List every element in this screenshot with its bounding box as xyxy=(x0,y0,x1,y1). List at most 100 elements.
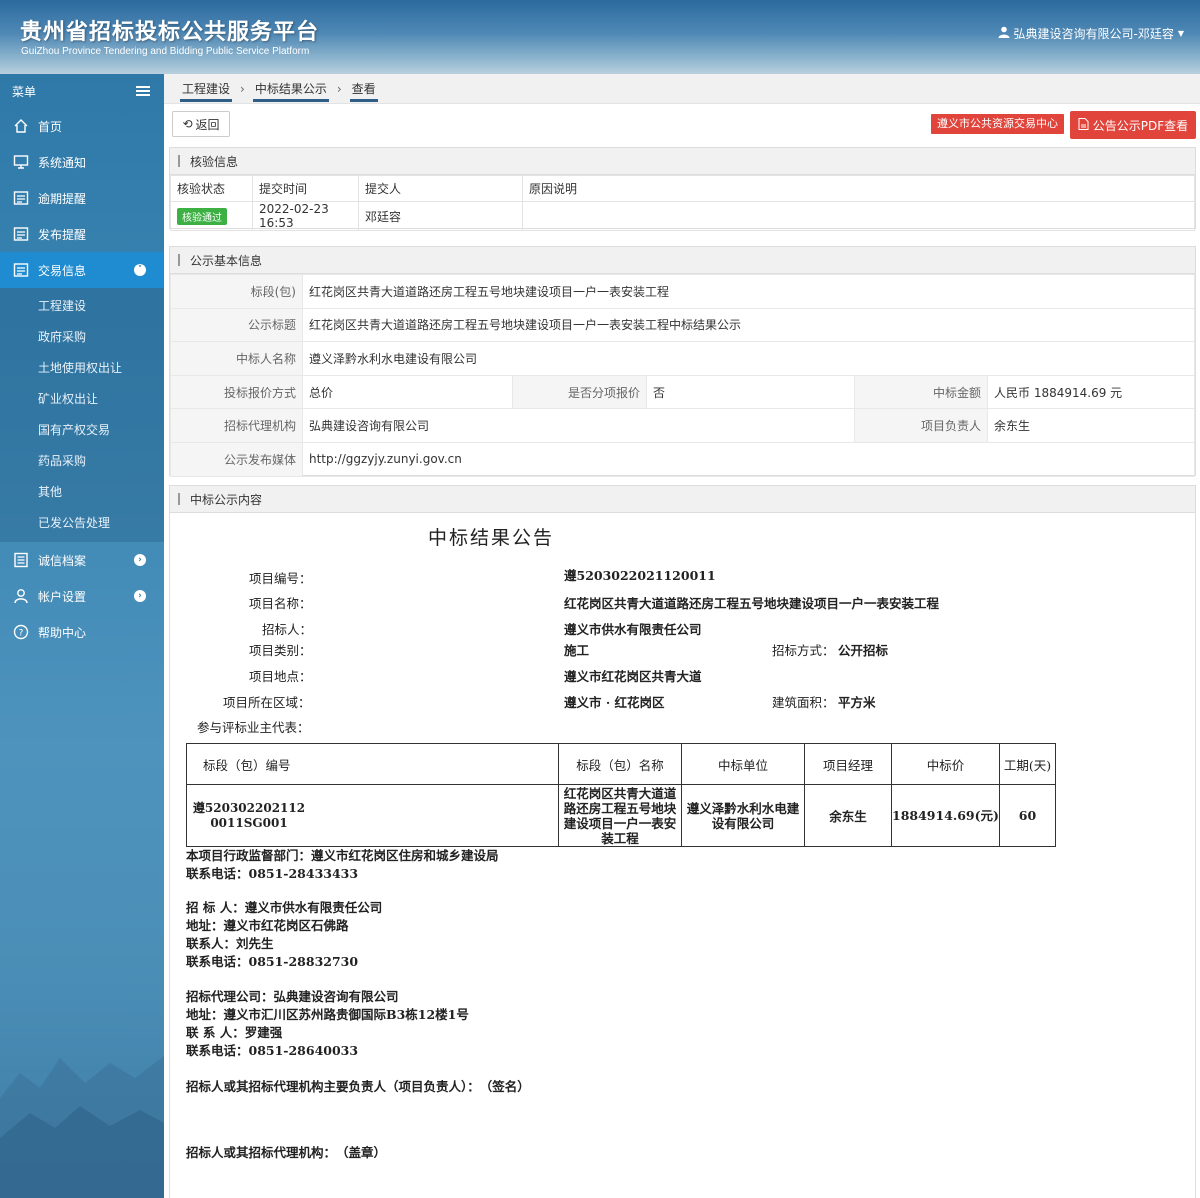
method: 公开招标 xyxy=(838,643,889,658)
field-label: 是否分项报价 xyxy=(512,374,647,410)
table-header: 中标价 xyxy=(891,743,1000,785)
sub-item-state-property[interactable]: 国有产权交易 xyxy=(0,414,164,445)
field-value: 总价 xyxy=(302,374,513,410)
table-header: 中标单位 xyxy=(681,743,805,785)
table-cell: 余东生 xyxy=(804,784,892,847)
sub-item-gov-purchase[interactable]: 政府采购 xyxy=(0,321,164,352)
field-value: 红花岗区共青大道道路还房工程五号地块建设项目一户一表安装工程中标结果公示 xyxy=(302,307,1195,343)
user-icon xyxy=(998,26,1010,41)
reason-cell xyxy=(522,201,1195,231)
table-cell: 红花岗区共青大道道路还房工程五号地块建设项目一户一表安装工程 xyxy=(558,784,682,847)
caret-down-icon: ▼ xyxy=(1177,29,1184,38)
tenderer-block: 招 标 人：遵义市供水有限责任公司 地址：遵义市红花岗区石佛路 联系人：刘先生 … xyxy=(186,899,382,971)
notice-document: 中标结果公告 项目编号： 遵5203022021120011 项目名称： 红花岗… xyxy=(170,513,1195,1193)
table-header: 项目经理 xyxy=(804,743,892,785)
field-label: 投标报价方式 xyxy=(170,374,303,410)
sidebar-item-help[interactable]: ? 帮助中心 xyxy=(0,614,164,650)
sub-item-published[interactable]: 已发公告处理 xyxy=(0,507,164,538)
panel-title: 公示基本信息 xyxy=(170,247,1195,274)
sub-item-other[interactable]: 其他 xyxy=(0,476,164,507)
sidebar-item-overdue[interactable]: 逾期提醒 xyxy=(0,180,164,216)
table-cell: 遵义泽黔水利水电建设有限公司 xyxy=(681,784,805,847)
signature-line: 招标人或其招标代理机构主要负责人（项目负责人）： （签名） xyxy=(186,1079,530,1094)
toolbar: ⟲ 返回 遵义市公共资源交易中心 公告公示PDF查看 xyxy=(172,111,1196,139)
sidebar-item-notice[interactable]: 系统通知 xyxy=(0,144,164,180)
sidebar-item-label: 首页 xyxy=(38,119,63,134)
sidebar-item-label: 帮助中心 xyxy=(38,625,87,640)
sub-menu: 工程建设 政府采购 土地使用权出让 矿业权出让 国有产权交易 药品采购 其他 已… xyxy=(0,288,164,542)
field-value: 红花岗区共青大道道路还房工程五号地块建设项目一户一表安装工程 xyxy=(302,274,1195,309)
sub-item-medicine[interactable]: 药品采购 xyxy=(0,445,164,476)
menu-label: 菜单 xyxy=(12,84,37,99)
field-value: 遵义泽黔水利水电建设有限公司 xyxy=(302,341,1195,376)
field-label: 公示标题 xyxy=(170,307,303,343)
help-icon: ? xyxy=(12,623,30,641)
project-name: 红花岗区共青大道道路还房工程五号地块建设项目一户一表安装工程 xyxy=(564,596,940,611)
list-icon xyxy=(12,189,30,207)
user-menu[interactable]: 弘典建设咨询有限公司-邓廷容 ▼ xyxy=(998,25,1184,42)
back-label: 返回 xyxy=(195,117,220,132)
sidebar-item-credit[interactable]: 诚信档案 › xyxy=(0,542,164,578)
verify-table: 核验状态 提交时间 提交人 原因说明 核验通过 2022-02-23 16:53… xyxy=(170,175,1195,231)
field-label: 标段(包) xyxy=(170,274,303,309)
bid-code: 遵5203022021120011SG001 xyxy=(192,800,306,830)
region: 遵义市 · 红花岗区 xyxy=(564,695,665,710)
sub-item-engineering[interactable]: 工程建设 xyxy=(0,290,164,321)
field-value[interactable]: http://ggzyjy.zunyi.gov.cn xyxy=(302,441,1195,477)
location-label: 项目地点： xyxy=(249,669,312,684)
breadcrumb-item[interactable]: 查看 xyxy=(349,74,378,104)
time-cell: 2022-02-23 16:53 xyxy=(252,201,359,231)
sidebar-item-home[interactable]: 首页 xyxy=(0,108,164,144)
chevron-down-icon: ˅ xyxy=(134,264,146,276)
breadcrumb-item[interactable]: 中标结果公示 xyxy=(252,74,329,104)
sidebar-item-label: 帐户设置 xyxy=(38,589,87,604)
tenderer-line: 联系人：刘先生 xyxy=(186,936,274,951)
area: 平方米 xyxy=(838,695,876,710)
hamburger-icon[interactable] xyxy=(136,86,150,96)
chevron-right-icon: › xyxy=(336,81,342,96)
area-label: 建筑面积： xyxy=(772,695,835,710)
field-label: 中标金额 xyxy=(854,374,988,410)
sidebar-item-label: 诚信档案 xyxy=(38,553,87,568)
pdf-label: 公告公示PDF查看 xyxy=(1092,118,1189,133)
top-header: 贵州省招标投标公共服务平台 GuiZhou Province Tendering… xyxy=(0,0,1200,74)
content-panel: 中标公示内容 中标结果公告 项目编号： 遵5203022021120011 项目… xyxy=(169,485,1196,1198)
agency-block: 招标代理公司：弘典建设咨询有限公司 地址：遵义市汇川区苏州路贵御国际B3栋12楼… xyxy=(186,988,469,1060)
project-no-label: 项目编号： xyxy=(249,571,312,586)
breadcrumb-item[interactable]: 工程建设 xyxy=(180,74,233,104)
table-header: 标段（包）编号 xyxy=(186,743,559,785)
trade-center-button[interactable]: 遵义市公共资源交易中心 xyxy=(931,114,1064,134)
supervise-text: 本项目行政监督部门：遵义市红花岗区住房和城乡建设局 xyxy=(186,848,499,863)
sidebar-item-publish[interactable]: 发布提醒 xyxy=(0,216,164,252)
sub-item-land[interactable]: 土地使用权出让 xyxy=(0,352,164,383)
field-value: 余东生 xyxy=(987,408,1195,443)
pdf-view-button[interactable]: 公告公示PDF查看 xyxy=(1070,111,1196,139)
list-icon xyxy=(12,261,30,279)
basic-info-table: 标段(包) 红花岗区共青大道道路还房工程五号地块建设项目一户一表安装工程 公示标… xyxy=(170,274,1195,477)
field-label: 中标人名称 xyxy=(170,341,303,376)
mountain-background xyxy=(0,1056,164,1198)
platform-title: 贵州省招标投标公共服务平台 xyxy=(20,20,320,45)
user-icon xyxy=(12,587,30,605)
category-label: 项目类别： xyxy=(249,643,312,658)
field-value: 人民币 1884914.69 元 xyxy=(987,374,1195,410)
panel-title: 核验信息 xyxy=(170,148,1195,175)
sidebar-item-trade[interactable]: 交易信息 ˅ xyxy=(0,252,164,288)
verify-panel: 核验信息 核验状态 提交时间 提交人 原因说明 核验通过 2022-02-23 … xyxy=(169,147,1196,231)
tenderer-label: 招标人： xyxy=(262,622,313,637)
back-button[interactable]: ⟲ 返回 xyxy=(172,111,230,137)
tenderer: 遵义市供水有限责任公司 xyxy=(564,622,702,637)
sidebar-item-label: 交易信息 xyxy=(38,263,87,278)
sub-item-mining[interactable]: 矿业权出让 xyxy=(0,383,164,414)
supervise-tel: 联系电话：0851-28433433 xyxy=(186,866,359,881)
sidebar-item-account[interactable]: 帐户设置 › xyxy=(0,578,164,614)
platform-subtitle: GuiZhou Province Tendering and Bidding P… xyxy=(21,46,310,57)
rep-label: 参与评标业主代表： xyxy=(197,720,310,735)
category: 施工 xyxy=(564,643,590,658)
tenderer-line: 地址：遵义市红花岗区石佛路 xyxy=(186,918,349,933)
document-icon xyxy=(12,551,30,569)
table-cell: 60 xyxy=(998,784,1057,847)
project-name-label: 项目名称： xyxy=(249,596,312,611)
status-cell: 核验通过 xyxy=(170,201,253,231)
region-label: 项目所在区域： xyxy=(223,695,311,710)
